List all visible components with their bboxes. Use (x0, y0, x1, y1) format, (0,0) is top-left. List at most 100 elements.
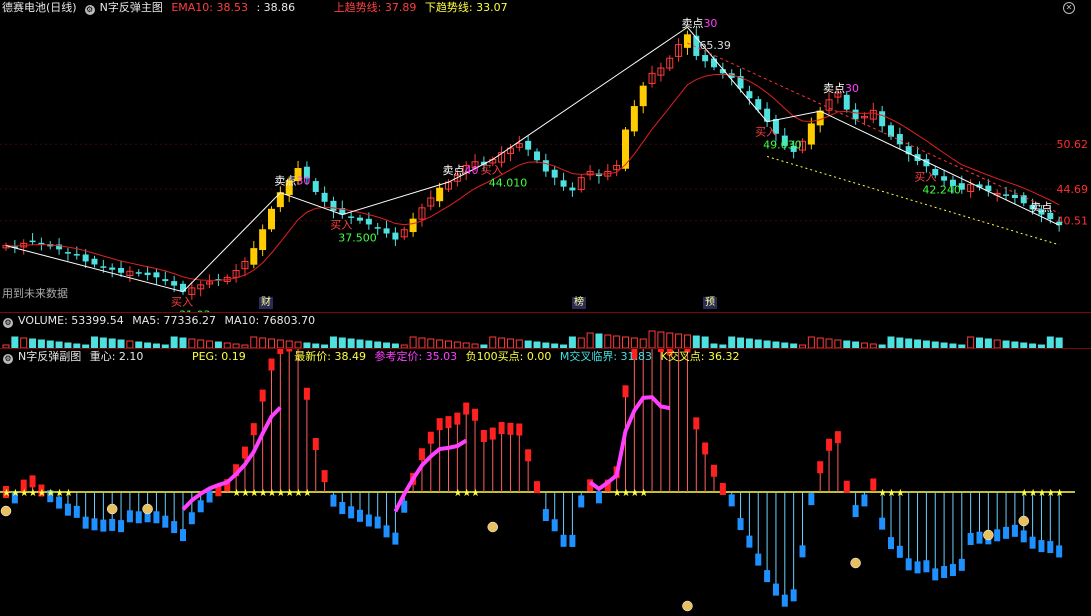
star-icon: ★ (453, 488, 462, 499)
candle-body (30, 241, 36, 243)
settings-icon[interactable]: ⚙ (85, 5, 95, 15)
ema-line (6, 74, 1059, 280)
money-bag-icon (1019, 516, 1029, 526)
star-icon: ★ (268, 488, 277, 499)
volume-bar (658, 332, 664, 348)
sell-label: 卖点 (1030, 201, 1052, 214)
volume-bar (649, 331, 655, 348)
lower-trend-label: 下趋势线: 33.07 (425, 1, 508, 14)
sub-block (950, 564, 956, 576)
volume-bar (180, 338, 186, 348)
sub-block (711, 465, 717, 477)
sub-block (1030, 537, 1036, 549)
star-icon: ★ (1055, 488, 1064, 499)
volume-bar (605, 335, 611, 348)
main-chart-pane[interactable]: 德赛电池(日线)⚙N字反弹主图 EMA10: 38.53 : 38.86 上趋势… (0, 0, 1091, 312)
sell-label: 卖点 (274, 175, 296, 188)
volume-bar (1047, 337, 1053, 348)
volume-bar (260, 338, 266, 348)
money-bag-icon (488, 522, 498, 532)
center-label: 重心: 2.10 (90, 350, 144, 363)
sub-block (330, 495, 336, 507)
star-icon: ★ (1037, 488, 1046, 499)
volume-pane[interactable]: ⚙VOLUME: 53399.54 MA5: 77336.27 MA10: 76… (0, 312, 1091, 349)
sub-block (923, 560, 929, 572)
sub-block (118, 520, 124, 532)
star-icon: ★ (276, 488, 285, 499)
volume-bar (764, 341, 770, 348)
sub-block (720, 483, 726, 495)
volume-bar (410, 337, 416, 348)
indicator-name: N字反弹主图 (100, 1, 163, 14)
volume-bar (826, 339, 832, 348)
star-icon: ★ (232, 488, 241, 499)
close-icon[interactable]: ✕ (1063, 2, 1075, 14)
volume-bar (755, 340, 761, 348)
volume-bar (676, 334, 682, 348)
star-icon: ★ (250, 488, 259, 499)
sub-block (1012, 525, 1018, 537)
event-marker-list[interactable]: 榜 (572, 297, 586, 309)
candle-body (410, 219, 416, 231)
event-marker-forecast[interactable]: 预 (703, 297, 717, 309)
volume-bar (897, 338, 903, 348)
sub-block (738, 518, 744, 530)
sub-indicator-pane[interactable]: ⚙N字反弹副图 重心: 2.10 PEG: 0.19 最新价: 38.49 参考… (0, 348, 1091, 616)
candle-body (322, 193, 328, 202)
upper-trend-label: 上趋势线: 37.89 (334, 1, 417, 14)
volume-bar (269, 339, 275, 348)
sub-block (764, 570, 770, 582)
sub-block (1003, 527, 1009, 539)
volume-bar (667, 333, 673, 348)
sub-block (702, 442, 708, 454)
candle-body (543, 160, 549, 171)
sub-block (729, 494, 735, 506)
sub-block (569, 535, 575, 547)
main-chart-svg: 50.6244.6940.51卖点30卖点40卖点30卖点30卖点买入31.03… (0, 0, 1091, 312)
volume-bar (189, 339, 195, 348)
candle-body (525, 141, 531, 150)
star-icon: ★ (639, 488, 648, 499)
sub-block (578, 495, 584, 507)
sub-block (516, 424, 522, 436)
volume-bar (207, 341, 213, 348)
upper-trend-line (687, 43, 1059, 213)
volume-bar (286, 341, 292, 348)
volume-bar (614, 336, 620, 348)
star-icon: ★ (294, 488, 303, 499)
candle-body (269, 209, 275, 228)
volume-bar (357, 340, 363, 348)
candle-body (92, 259, 98, 265)
sub-block (693, 417, 699, 429)
sub-block (994, 529, 1000, 541)
kcross-label: K交叉点: 36.32 (661, 350, 740, 363)
candle-body (313, 181, 319, 192)
sub-block (322, 470, 328, 482)
sub-block (534, 481, 540, 493)
sub-block (623, 385, 629, 397)
candle-body (1012, 195, 1018, 198)
sub-block (437, 418, 443, 430)
sub-block (507, 423, 513, 435)
sub-block (127, 510, 133, 522)
sub-block (879, 518, 885, 530)
volume-bar (277, 340, 283, 348)
buy-label: 买入 (755, 126, 777, 139)
volume-bar (330, 337, 336, 348)
volume-bar (1056, 338, 1062, 348)
event-marker-finance[interactable]: 财 (259, 297, 273, 309)
star-icon: ★ (622, 488, 631, 499)
sub-block (499, 422, 505, 434)
volume-bar (419, 338, 425, 348)
sub-block (915, 561, 921, 573)
volume-bar (684, 335, 690, 348)
sub-block (304, 388, 310, 400)
sub-settings-icon[interactable]: ⚙ (3, 354, 13, 364)
sub-block (189, 512, 195, 524)
volume-settings-icon[interactable]: ⚙ (3, 318, 13, 328)
volume-bar (702, 337, 708, 348)
sub-block (853, 505, 859, 517)
ma5-label: MA5: 77336.27 (132, 314, 216, 327)
candle-body (136, 272, 142, 274)
candle-body (879, 111, 885, 126)
